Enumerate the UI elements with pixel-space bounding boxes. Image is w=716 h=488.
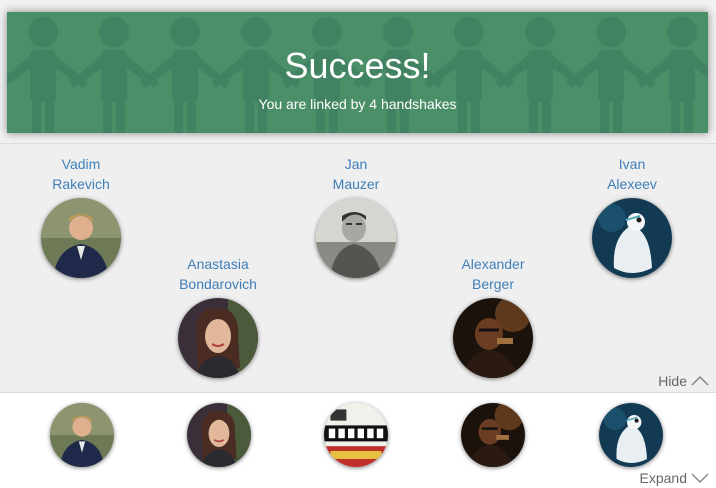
avatar-image (592, 198, 672, 278)
person-name-link[interactable]: Ivan Alexeev (572, 154, 692, 194)
avatar-image (324, 403, 388, 467)
person-name-link[interactable]: Jan Mauzer (296, 154, 416, 194)
chevron-down-icon (691, 473, 709, 483)
avatar-strip: Expand (0, 393, 716, 488)
avatar-image (50, 403, 114, 467)
person-name-link[interactable]: Vadim Rakevich (21, 154, 141, 194)
strip-avatar[interactable] (324, 403, 388, 467)
person-card: Jan Mauzer (296, 154, 416, 278)
success-banner: Success! You are linked by 4 handshakes (7, 12, 708, 133)
banner-subtitle: You are linked by 4 handshakes (258, 96, 457, 112)
avatar[interactable] (592, 198, 672, 278)
strip-avatar[interactable] (50, 403, 114, 467)
avatar-image (453, 298, 533, 378)
expand-label: Expand (639, 470, 687, 486)
banner-title: Success! (284, 45, 431, 86)
avatar[interactable] (178, 298, 258, 378)
avatar-image (178, 298, 258, 378)
person-card: Alexander Berger (433, 254, 553, 378)
strip-avatar[interactable] (599, 403, 663, 467)
avatar-image (599, 403, 663, 467)
strip-avatar[interactable] (461, 403, 525, 467)
person-card: Ivan Alexeev (572, 154, 692, 278)
person-card: Anastasia Bondarovich (158, 254, 278, 378)
handshake-chain: Vadim Rakevich Anastasia Bondarovich Jan… (0, 143, 716, 393)
person-card: Vadim Rakevich (21, 154, 141, 278)
hide-label: Hide (658, 373, 687, 389)
avatar-image (461, 403, 525, 467)
strip-avatar[interactable] (187, 403, 251, 467)
chevron-up-icon (691, 376, 709, 386)
avatar[interactable] (316, 198, 396, 278)
avatar-image (187, 403, 251, 467)
avatar-image (41, 198, 121, 278)
avatar[interactable] (41, 198, 121, 278)
avatar-image (316, 198, 396, 278)
person-name-link[interactable]: Alexander Berger (433, 254, 553, 294)
page: Success! You are linked by 4 handshakes … (0, 0, 716, 488)
person-name-link[interactable]: Anastasia Bondarovich (158, 254, 278, 294)
avatar[interactable] (453, 298, 533, 378)
hide-button[interactable]: Hide (658, 373, 709, 389)
expand-button[interactable]: Expand (640, 470, 709, 486)
